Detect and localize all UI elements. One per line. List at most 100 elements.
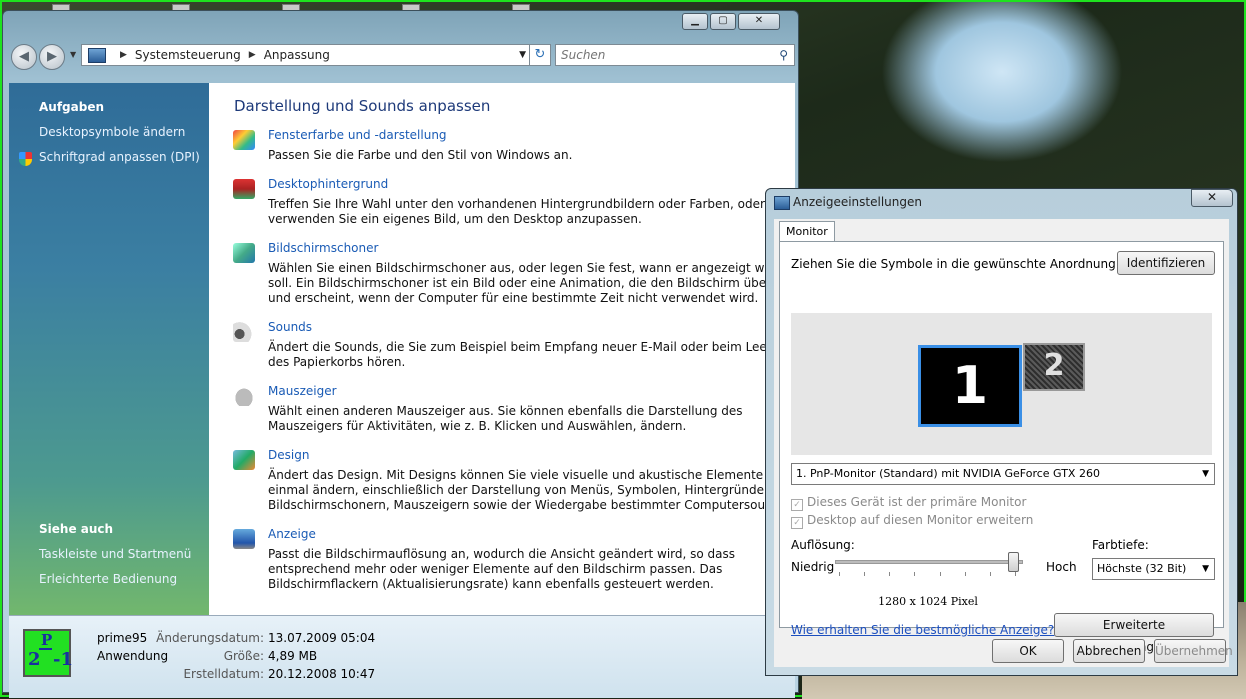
tasks-heading: Aufgaben [39, 100, 105, 114]
control-panel-window: ▁ ▢ ✕ ◀ ▶ ▼ ▶ Systemsteuerung ▶ Anpassun… [2, 10, 799, 698]
modified-label: Änderungsdatum: [156, 631, 264, 645]
sidebar-link-accessibility[interactable]: Erleichterte Bedienung [39, 572, 177, 586]
window-color-icon [233, 130, 255, 150]
monitor-2[interactable]: 2 [1023, 343, 1085, 391]
forward-arrow-icon[interactable]: ▶ [39, 44, 65, 70]
search-box[interactable]: ⚲ [555, 44, 795, 66]
slider-tick [914, 572, 915, 576]
link-desktop-background[interactable]: Desktophintergrund [268, 177, 388, 191]
primary-monitor-checkbox[interactable]: ✓ Dieses Gerät ist der primäre Monitor [791, 495, 1026, 511]
extend-desktop-checkbox[interactable]: ✓ Desktop auf diesen Monitor erweitern [791, 513, 1033, 529]
link-sounds[interactable]: Sounds [268, 320, 312, 334]
desktop-background-icon [233, 179, 255, 199]
size-label: Größe: [223, 649, 264, 663]
sidebar-link-dpi[interactable]: Schriftgrad anpassen (DPI) [39, 150, 200, 164]
display-settings-dialog: Anzeigeeinstellungen ✕ Monitor Ziehen Si… [765, 188, 1238, 676]
mouse-pointer-icon [233, 386, 255, 406]
item-description: Passt die Bildschirmauflösung an, wodurc… [268, 547, 736, 591]
details-pane: 2 P -1 prime95 Anwendung Änderungsdatum:… [9, 615, 795, 698]
uac-shield-icon [19, 152, 32, 166]
page-title: Darstellung und Sounds anpassen [234, 97, 491, 115]
back-arrow-icon[interactable]: ◀ [11, 44, 37, 70]
ok-button[interactable]: OK [992, 639, 1064, 663]
sidebar-link-desktop-icons[interactable]: Desktopsymbole ändern [39, 125, 185, 139]
breadcrumb-systemsteuerung[interactable]: Systemsteuerung [135, 48, 241, 62]
link-display[interactable]: Anzeige [268, 527, 316, 541]
dialog-close-button[interactable]: ✕ [1191, 189, 1233, 207]
maximize-button[interactable]: ▢ [710, 13, 736, 30]
created-value: 20.12.2008 10:47 [268, 667, 376, 681]
monitor-panel: Ziehen Sie die Symbole in die gewünschte… [779, 241, 1224, 654]
advanced-settings-button[interactable]: Erweiterte Einstellungen... [1054, 613, 1214, 654]
breadcrumb-anpassung[interactable]: Anpassung [264, 48, 330, 62]
link-window-color[interactable]: Fensterfarbe und -darstellung [268, 128, 447, 142]
item-description: Passen Sie die Farbe und den Stil von Wi… [268, 148, 573, 162]
app-icon-bar [39, 648, 52, 650]
link-screensaver[interactable]: Bildschirmschoner [268, 241, 378, 255]
item-description: Ändert das Design. Mit Designs können Si… [268, 468, 791, 512]
resolution-slider-thumb[interactable] [1008, 552, 1019, 572]
slider-ticks [839, 572, 1021, 576]
chevron-down-icon: ▼ [1202, 564, 1209, 574]
display-settings-icon [774, 196, 790, 210]
slider-tick [965, 572, 966, 576]
cancel-button[interactable]: Abbrechen [1073, 639, 1145, 663]
search-input[interactable] [556, 47, 763, 63]
identify-button[interactable]: Identifizieren [1117, 251, 1215, 275]
theme-icon [233, 450, 255, 470]
task-sidebar: Aufgaben Desktopsymbole ändern Schriftgr… [9, 83, 209, 615]
screensaver-icon [233, 243, 255, 263]
slider-tick [864, 572, 865, 576]
color-depth-label: Farbtiefe: [1092, 538, 1149, 552]
link-design[interactable]: Design [268, 448, 309, 462]
monitor-1[interactable]: 1 [918, 345, 1022, 427]
modified-value: 13.07.2009 05:04 [268, 631, 376, 645]
main-content: Darstellung und Sounds anpassen Fensterf… [209, 83, 795, 615]
search-icon[interactable]: ⚲ [779, 48, 788, 62]
address-dropdown-icon[interactable]: ▼ [519, 50, 526, 60]
color-depth-select[interactable]: Höchste (32 Bit) ▼ [1092, 558, 1215, 580]
minimize-button[interactable]: ▁ [682, 13, 708, 30]
resolution-value: 1280 x 1024 Pixel [878, 595, 978, 608]
item-description: Ändert die Sounds, die Sie zum Beispiel … [268, 340, 787, 369]
slider-tick [839, 572, 840, 576]
arrange-instruction: Ziehen Sie die Symbole in die gewünschte… [791, 257, 1120, 271]
apply-button[interactable]: Übernehmen [1154, 639, 1233, 663]
monitor-select-value: 1. PnP-Monitor (Standard) mit NVIDIA GeF… [796, 467, 1100, 480]
display-icon [233, 529, 255, 549]
slider-tick [940, 572, 941, 576]
close-button[interactable]: ✕ [738, 13, 780, 30]
resolution-label: Auflösung: [791, 538, 855, 552]
chevron-right-icon[interactable]: ▶ [120, 50, 127, 60]
prime95-app-icon: 2 P -1 [23, 629, 73, 677]
history-dropdown-icon[interactable]: ▼ [70, 50, 76, 59]
dialog-title: Anzeigeeinstellungen [793, 195, 922, 209]
link-mouse-pointer[interactable]: Mauszeiger [268, 384, 337, 398]
tab-monitor[interactable]: Monitor [779, 221, 835, 242]
app-icon-text-top: P [41, 631, 53, 649]
item-description: Wählt einen anderen Mauszeiger aus. Sie … [268, 404, 743, 433]
resolution-low-label: Niedrig [791, 560, 835, 574]
checkbox-box: ✓ [791, 517, 803, 529]
monitor-select[interactable]: 1. PnP-Monitor (Standard) mit NVIDIA GeF… [791, 463, 1215, 485]
slider-tick [889, 572, 890, 576]
best-display-help-link[interactable]: Wie erhalten Sie die bestmögliche Anzeig… [791, 623, 1054, 637]
window-controls: ▁ ▢ ✕ [682, 13, 780, 30]
primary-monitor-label: Dieses Gerät ist der primäre Monitor [807, 495, 1027, 509]
chevron-right-icon[interactable]: ▶ [249, 50, 256, 60]
see-also-heading: Siehe auch [39, 522, 114, 536]
refresh-icon[interactable]: ↻ [529, 44, 551, 66]
dialog-body: Monitor Ziehen Sie die Symbole in die ge… [774, 219, 1233, 667]
app-icon-text-left: 2 [28, 649, 41, 670]
checkbox-box: ✓ [791, 499, 803, 511]
slider-tick [1015, 572, 1016, 576]
control-panel-icon [88, 47, 106, 63]
monitor-arrangement-area: 1 2 [791, 313, 1212, 455]
navigation-bar: ◀ ▶ ▼ ▶ Systemsteuerung ▶ Anpassung ▼ ↻ … [9, 44, 795, 70]
address-bar[interactable]: ▶ Systemsteuerung ▶ Anpassung ▼ [81, 44, 533, 66]
resolution-high-label: Hoch [1046, 560, 1077, 574]
sidebar-link-taskbar[interactable]: Taskleiste und Startmenü [39, 547, 191, 561]
color-depth-value: Höchste (32 Bit) [1097, 562, 1187, 575]
item-description: Treffen Sie Ihre Wahl unter den vorhande… [268, 197, 765, 226]
resolution-slider[interactable] [835, 552, 1023, 572]
